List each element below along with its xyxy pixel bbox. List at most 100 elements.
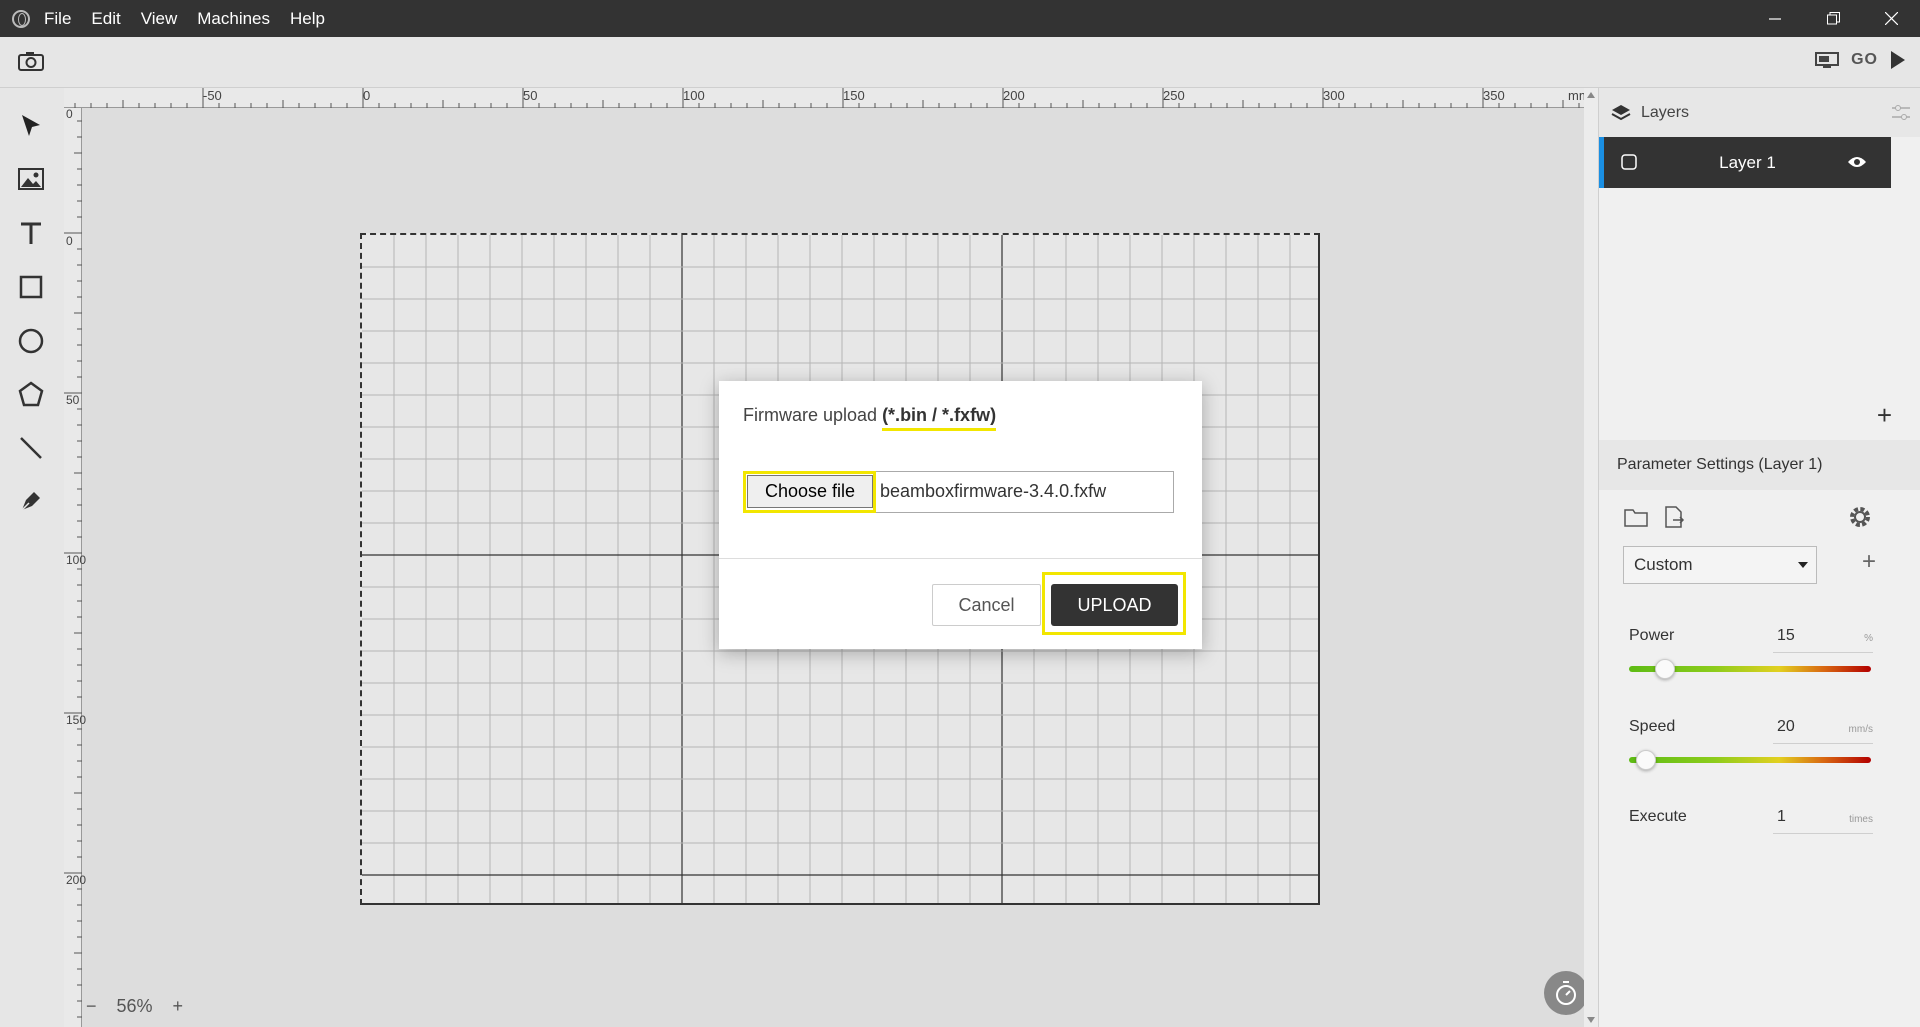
text-icon: [21, 222, 41, 244]
zoom-level: 56%: [116, 996, 153, 1016]
firmware-upload-dialog: Firmware upload (*.bin / *.fxfw) Choose …: [719, 381, 1202, 649]
restore-button[interactable]: [1804, 0, 1862, 37]
layers-title: Layers: [1641, 103, 1690, 121]
pen-tool[interactable]: [15, 485, 47, 517]
execute-input[interactable]: 1 times: [1773, 804, 1873, 834]
add-preset-button[interactable]: +: [1862, 548, 1876, 576]
cancel-button[interactable]: Cancel: [932, 584, 1041, 626]
ruler-label: 100: [66, 553, 87, 567]
ruler-label: 350: [1483, 88, 1505, 103]
select-tool[interactable]: [15, 110, 47, 142]
polygon-icon: [18, 381, 44, 407]
power-unit: %: [1864, 633, 1873, 644]
menu-edit[interactable]: Edit: [91, 9, 120, 29]
file-input[interactable]: Choose file beamboxfirmware-3.4.0.fxfw: [743, 471, 1174, 513]
monitor-icon[interactable]: [1815, 51, 1840, 69]
cursor-icon: [22, 115, 40, 136]
restore-icon: [1826, 12, 1840, 25]
layers-icon: [1611, 104, 1631, 120]
power-value: 15: [1777, 627, 1795, 644]
menu-machines[interactable]: Machines: [197, 9, 270, 29]
power-slider[interactable]: [1629, 659, 1871, 679]
power-row: Power 15 %: [1629, 623, 1891, 653]
ruler-label: 0: [363, 88, 371, 103]
image-icon: [18, 168, 44, 190]
layers-header: Layers: [1599, 88, 1920, 137]
ruler-label: 0: [66, 107, 73, 121]
dialog-title: Firmware upload (*.bin / *.fxfw): [743, 405, 997, 431]
text-tool[interactable]: [15, 217, 47, 249]
polygon-tool[interactable]: [15, 378, 47, 410]
layer-item[interactable]: Layer 1: [1599, 137, 1891, 188]
time-estimate-button[interactable]: [1544, 971, 1588, 1015]
go-label[interactable]: GO: [1851, 51, 1878, 69]
line-tool[interactable]: [15, 432, 47, 464]
ruler-label: 200: [66, 873, 87, 887]
app-logo-icon: [12, 9, 30, 28]
ruler-label: 0: [66, 234, 73, 248]
ruler-label: 200: [1003, 88, 1025, 103]
rectangle-tool[interactable]: [15, 271, 47, 303]
preset-select[interactable]: Custom: [1623, 546, 1817, 584]
chevron-down-icon: [1798, 562, 1808, 568]
stopwatch-icon: [1556, 981, 1576, 1005]
speed-row: Speed 20 mm/s: [1629, 714, 1891, 744]
power-label: Power: [1629, 627, 1675, 644]
ruler-label: 250: [1163, 88, 1185, 103]
zoom-controls: − 56% +: [86, 996, 183, 1017]
ruler-label: 50: [523, 88, 538, 103]
folder-icon[interactable]: [1624, 507, 1648, 527]
zoom-in-button[interactable]: +: [173, 996, 184, 1017]
speed-slider-thumb[interactable]: [1635, 750, 1656, 770]
eye-icon[interactable]: [1847, 155, 1867, 169]
add-layer-button[interactable]: +: [1877, 400, 1892, 431]
close-window-button[interactable]: [1862, 0, 1920, 37]
ellipse-tool[interactable]: [15, 325, 47, 357]
ruler-label: 100: [683, 88, 705, 103]
execute-value: 1: [1777, 808, 1786, 825]
speed-input[interactable]: 20 mm/s: [1773, 714, 1873, 744]
image-tool[interactable]: [15, 163, 47, 195]
execute-row: Execute 1 times: [1629, 804, 1891, 834]
layer-checkbox-icon[interactable]: [1621, 154, 1637, 170]
close-icon: [1884, 12, 1898, 25]
ellipse-icon: [18, 328, 44, 354]
layer-settings-icon[interactable]: [1891, 104, 1911, 122]
title-bar: File Edit View Machines Help: [0, 0, 1920, 37]
dialog-divider: [719, 558, 1202, 559]
ruler-label: 300: [1323, 88, 1345, 103]
minimize-icon: [1769, 17, 1781, 20]
parameter-settings-title: Parameter Settings (Layer 1): [1599, 440, 1920, 490]
file-types-highlight: (*.bin / *.fxfw): [882, 405, 997, 431]
menu-file[interactable]: File: [44, 9, 71, 29]
menu-view[interactable]: View: [141, 9, 178, 29]
zoom-out-button[interactable]: −: [86, 996, 97, 1017]
power-slider-thumb[interactable]: [1655, 659, 1676, 679]
line-icon: [20, 437, 42, 459]
ruler-label: 150: [66, 713, 87, 727]
execute-label: Execute: [1629, 808, 1687, 825]
speed-slider[interactable]: [1629, 750, 1871, 770]
upload-button[interactable]: UPLOAD: [1051, 584, 1178, 626]
ruler-label: 150: [843, 88, 865, 103]
export-file-icon[interactable]: [1663, 506, 1685, 528]
choose-file-button[interactable]: Choose file: [747, 475, 873, 508]
preset-value: Custom: [1634, 555, 1693, 574]
menu-help[interactable]: Help: [290, 9, 325, 29]
play-icon[interactable]: [1890, 50, 1906, 70]
ruler-top-ticks: [74, 88, 1580, 108]
vertical-scrollbar[interactable]: [1584, 88, 1598, 1027]
right-panel: Layers Layer 1 + Parameter Settings (Lay…: [1598, 88, 1920, 1027]
scroll-arrows-icon: [1587, 92, 1595, 1023]
top-toolbar: GO: [0, 37, 1920, 88]
minimize-button[interactable]: [1746, 0, 1804, 37]
gear-icon[interactable]: [1847, 504, 1873, 530]
rectangle-icon: [19, 275, 43, 299]
left-toolbar: [0, 88, 64, 1027]
camera-icon[interactable]: [18, 51, 44, 71]
ruler-label: 50: [66, 393, 80, 407]
parameter-icons: [1599, 502, 1920, 534]
ruler-top: -50 0 50 100 150 200 250 300 350 mm: [64, 88, 1598, 108]
ruler-left: 0 0 50 100 150 200: [64, 107, 87, 1027]
power-input[interactable]: 15 %: [1773, 623, 1873, 653]
